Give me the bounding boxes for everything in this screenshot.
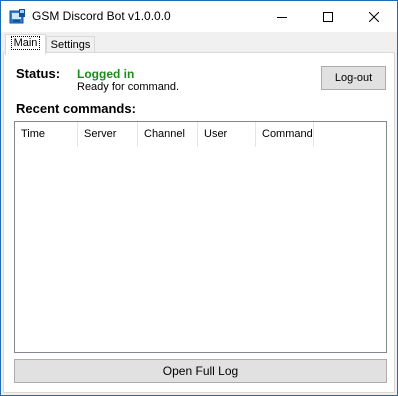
status-value: Logged in: [77, 67, 135, 81]
open-full-log-button[interactable]: Open Full Log: [14, 359, 387, 383]
main-window: GSM Discord Bot v1.0.0.0 Main Settings S…: [0, 0, 398, 396]
tab-main[interactable]: Main: [5, 34, 46, 55]
title-bar[interactable]: GSM Discord Bot v1.0.0.0: [1, 1, 397, 32]
column-header-user[interactable]: User: [198, 122, 256, 147]
tab-main-label: Main: [10, 36, 41, 50]
column-header-command[interactable]: Command: [256, 122, 314, 147]
tab-settings-label: Settings: [50, 39, 91, 51]
client-area: Main Settings Status: Logged in Ready fo…: [1, 32, 397, 395]
column-header-channel[interactable]: Channel: [138, 122, 198, 147]
recent-commands-label: Recent commands:: [16, 101, 136, 116]
tab-strip: Main Settings: [3, 34, 395, 55]
maximize-icon: [323, 11, 333, 22]
column-header-time[interactable]: Time: [15, 122, 78, 147]
close-icon: [369, 11, 379, 22]
maximize-button[interactable]: [305, 1, 351, 32]
recent-commands-list[interactable]: Time Server Channel User Command: [14, 121, 387, 353]
minimize-button[interactable]: [259, 1, 305, 32]
logout-button[interactable]: Log-out: [321, 66, 386, 90]
main-tab-page: Status: Logged in Ready for command. Log…: [3, 52, 395, 393]
status-detail: Ready for command.: [77, 81, 180, 93]
column-header-server[interactable]: Server: [78, 122, 138, 147]
status-label: Status:: [16, 66, 61, 81]
list-header: Time Server Channel User Command: [15, 122, 314, 147]
app-icon: [9, 8, 26, 25]
window-title: GSM Discord Bot v1.0.0.0: [32, 9, 171, 23]
close-button[interactable]: [351, 1, 397, 32]
minimize-icon: [277, 12, 287, 22]
